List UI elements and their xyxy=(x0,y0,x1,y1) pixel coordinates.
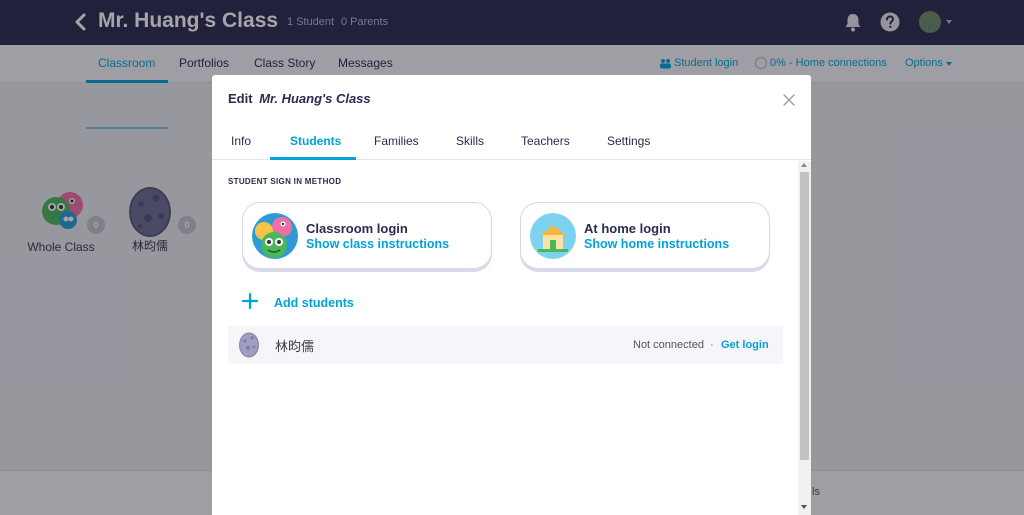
student-name: 林昀儒 xyxy=(275,339,315,354)
modal-class-name: Mr. Huang's Class xyxy=(259,91,371,106)
show-class-instructions-link[interactable]: Show class instructions xyxy=(306,237,449,251)
tab-teachers[interactable]: Teachers xyxy=(521,134,570,148)
egg-avatar-icon xyxy=(239,332,259,358)
house-icon xyxy=(530,213,576,259)
tab-skills[interactable]: Skills xyxy=(456,134,484,148)
tab-settings[interactable]: Settings xyxy=(607,134,650,148)
show-home-instructions-link[interactable]: Show home instructions xyxy=(584,237,729,251)
get-login-link[interactable]: Get login xyxy=(721,339,769,351)
classroom-monsters-icon xyxy=(252,213,298,259)
home-login-title: At home login xyxy=(584,221,671,236)
status-separator: · xyxy=(710,339,714,351)
classroom-login-card[interactable]: Classroom login Show class instructions xyxy=(242,202,492,269)
close-icon[interactable] xyxy=(782,93,796,107)
scroll-up-arrow-icon[interactable] xyxy=(801,163,807,167)
sign-in-method-label: STUDENT SIGN IN METHOD xyxy=(228,177,342,186)
add-students-button[interactable]: Add students xyxy=(274,296,354,310)
tab-families[interactable]: Families xyxy=(374,134,419,148)
modal-title: Edit Mr. Huang's Class xyxy=(228,91,371,106)
tab-info[interactable]: Info xyxy=(231,134,251,148)
scrollbar-thumb[interactable] xyxy=(800,172,809,460)
plus-icon[interactable] xyxy=(241,292,259,310)
tab-students[interactable]: Students xyxy=(290,134,341,148)
tab-active-underline xyxy=(270,157,356,160)
classroom-login-title: Classroom login xyxy=(306,221,408,236)
edit-label: Edit xyxy=(228,91,253,106)
edit-class-modal: Edit Mr. Huang's Class Info Students Fam… xyxy=(212,75,811,515)
student-row[interactable]: 林昀儒 Not connected · Get login xyxy=(228,326,783,364)
connection-status: Not connected xyxy=(633,339,704,351)
modal-tabs: Info Students Families Skills Teachers S… xyxy=(212,127,811,160)
home-login-card[interactable]: At home login Show home instructions xyxy=(520,202,770,269)
scroll-down-arrow-icon[interactable] xyxy=(801,505,807,509)
